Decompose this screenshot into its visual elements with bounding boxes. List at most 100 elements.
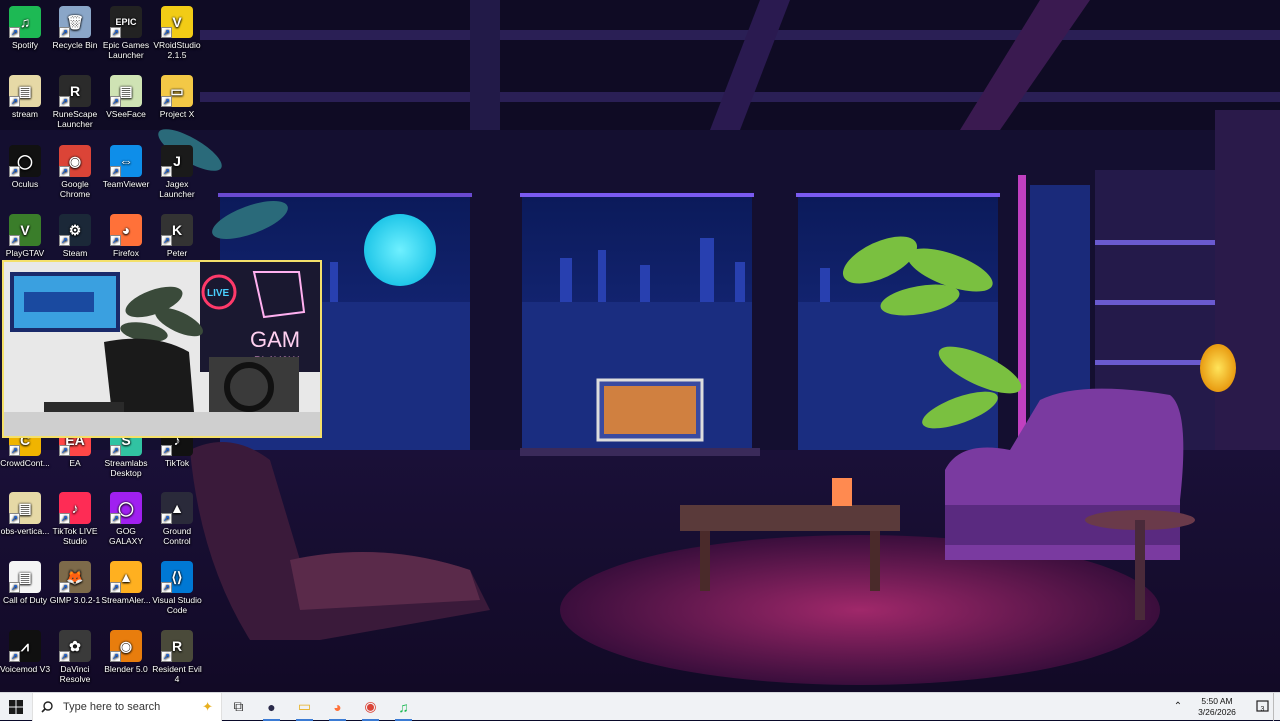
start-button[interactable] [0,693,32,721]
desktop-icon[interactable]: ♪ ↗ TikTok LIVE Studio [48,492,102,546]
desktop-icon[interactable]: ▤ ↗ VSeeFace [99,75,153,119]
desktop-icon[interactable]: ⟨⟩ ↗ Visual Studio Code [150,561,204,615]
shortcut-arrow-icon: ↗ [9,166,20,177]
desktop-icon[interactable]: 🦊 ↗ GIMP 3.0.2-1 [48,561,102,605]
desktop-icon-label: VSeeFace [106,109,146,119]
clock-date: 3/26/2026 [1198,706,1236,717]
desktop-icon[interactable]: ⇔ ↗ TeamViewer [99,145,153,189]
icon-glyph: ▭ [170,83,184,99]
clock[interactable]: 5:50 AM 3/26/2026 [1187,696,1247,718]
icon-glyph: J [173,153,181,169]
desktop-icon-label: Steam [62,248,88,258]
gimp-icon: 🦊 ↗ [59,561,91,593]
task-view-icon: ⧉ [233,698,244,714]
taskbar-pinned-app[interactable]: ◕ [321,693,354,721]
clock-time: 5:50 AM [1201,695,1233,706]
desktop-icon[interactable]: 🗑 ↗ Recycle Bin [48,6,102,50]
icon-glyph: ▤ [18,569,32,585]
shortcut-arrow-icon: ↗ [9,582,20,593]
shortcut-arrow-icon: ↗ [59,235,70,246]
oculus-icon: ◯ ↗ [9,145,41,177]
teamviewer-icon: ⇔ ↗ [110,145,142,177]
desktop-icon[interactable]: R ↗ RuneScape Launcher [48,75,102,129]
taskbar-pinned-app[interactable]: ▭ [288,693,321,721]
webcam-neon-sign: GAM [250,327,300,352]
desktop-icon[interactable]: V ↗ VRoidStudio 2.1.5 [150,6,204,60]
desktop-icon-label: Ground Control [162,526,192,546]
icon-glyph: ▤ [18,83,32,99]
desktop-icon-label: StreamAler... [101,595,151,605]
desktop-icon-label: Resident Evil 4 [152,664,202,684]
taskbar-pinned-app[interactable]: ♫ [387,693,420,721]
streamalerts-icon: ▲ ↗ [110,561,142,593]
vroid-icon: V ↗ [161,6,193,38]
desktop-icon[interactable]: ▲ ↗ Ground Control [150,492,204,546]
notification-count: 3 [1260,705,1265,713]
peter-icon: K ↗ [161,214,193,246]
shortcut-arrow-icon: ↗ [9,27,20,38]
desktop-icon[interactable]: V ↗ PlayGTAV [0,214,52,258]
shortcut-arrow-icon: ↗ [110,513,121,524]
desktop-icon[interactable]: EPIC ↗ Epic Games Launcher [99,6,153,60]
shortcut-arrow-icon: ↗ [9,513,20,524]
davinci-icon: ✿ ↗ [59,630,91,662]
desktop-icon[interactable]: J ↗ Jagex Launcher [150,145,204,199]
desktop-icon[interactable]: ◯ ↗ Oculus [0,145,52,189]
icon-glyph: ▲ [170,500,184,516]
icon-glyph: 🗑 [66,14,84,30]
shortcut-arrow-icon: ↗ [9,96,20,107]
jagex-icon: J ↗ [161,145,193,177]
taskbar-pinned-apps: ⧉ ● ▭ ◕ ◉ ♫ [222,693,420,721]
icon-glyph: ▤ [119,83,133,99]
shortcut-arrow-icon: ↗ [110,582,121,593]
desktop-icon-label: Call of Duty [3,595,47,605]
icon-glyph: ▤ [18,500,32,516]
icon-glyph: ◯ [17,153,33,169]
taskbar-pinned-app[interactable]: ◉ [354,693,387,721]
desktop-icon[interactable]: ✿ ↗ DaVinci Resolve [48,630,102,684]
desktop-icon[interactable]: ▤ ↗ stream [0,75,52,119]
shortcut-arrow-icon: ↗ [161,445,172,456]
shortcut-arrow-icon: ↗ [59,651,70,662]
desktop-icon[interactable]: ◉ ↗ Google Chrome [48,145,102,199]
gtav-icon: V ↗ [9,214,41,246]
shortcut-arrow-icon: ↗ [161,582,172,593]
desktop-icon[interactable]: ◯ ↗ GOG GALAXY [99,492,153,546]
desktop-icon[interactable]: ▤ ↗ obs-vertica... [0,492,52,536]
desktop-icon[interactable]: ♫ ↗ Spotify [0,6,52,50]
desktop-icon-label: TikTok LIVE Studio [52,526,98,546]
desktop-icon[interactable]: ▭ ↗ Project X [150,75,204,119]
search-icon [41,700,53,713]
desktop-icon-label: DaVinci Resolve [59,664,91,684]
desktop-icon[interactable]: ▲ ↗ StreamAler... [99,561,153,605]
taskbar-search-box[interactable]: Type here to search ✦ [32,692,222,721]
desktop-icon[interactable]: R ↗ Resident Evil 4 [150,630,204,684]
shortcut-arrow-icon: ↗ [161,513,172,524]
webcam-live-sign: LIVE [207,288,230,299]
icon-glyph: ◉ [119,638,133,654]
desktop-icon-label: Jagex Launcher [159,179,195,199]
desktop-icon[interactable]: ◕ ↗ Firefox [99,214,153,258]
desktop-icon[interactable]: ◉ ↗ Blender 5.0 [99,630,153,674]
taskbar-pinned-app[interactable]: ⧉ [222,693,255,721]
show-hidden-icons-button[interactable]: ⌃ [1169,693,1187,721]
file-icon: ▤ ↗ [9,561,41,593]
taskbar-pinned-app[interactable]: ● [255,693,288,721]
search-highlight-icon: ✦ [202,698,213,714]
shortcut-arrow-icon: ↗ [161,651,172,662]
webcam-overlay[interactable]: LIVE GAM PLAY&W [2,260,322,438]
desktop-icon[interactable]: ⩘ ↗ Voicemod V3 [0,630,52,674]
desktop-icon[interactable]: ⚙ ↗ Steam [48,214,102,258]
shortcut-arrow-icon: ↗ [59,27,70,38]
icon-glyph: K [171,222,183,238]
desktop-icon-label: VRoidStudio 2.1.5 [153,40,201,60]
file-icon: ▤ ↗ [9,492,41,524]
shortcut-arrow-icon: ↗ [59,582,70,593]
re4-icon: R ↗ [161,630,193,662]
show-desktop-button[interactable] [1273,692,1280,721]
desktop-icon[interactable]: ▤ ↗ Call of Duty [0,561,52,605]
desktop-icon-label: GOG GALAXY [108,526,144,546]
notification-center-button[interactable]: 3 [1247,693,1273,721]
desktop-icon[interactable]: K ↗ Peter [150,214,204,258]
steam-icon: ⚙ ↗ [59,214,91,246]
